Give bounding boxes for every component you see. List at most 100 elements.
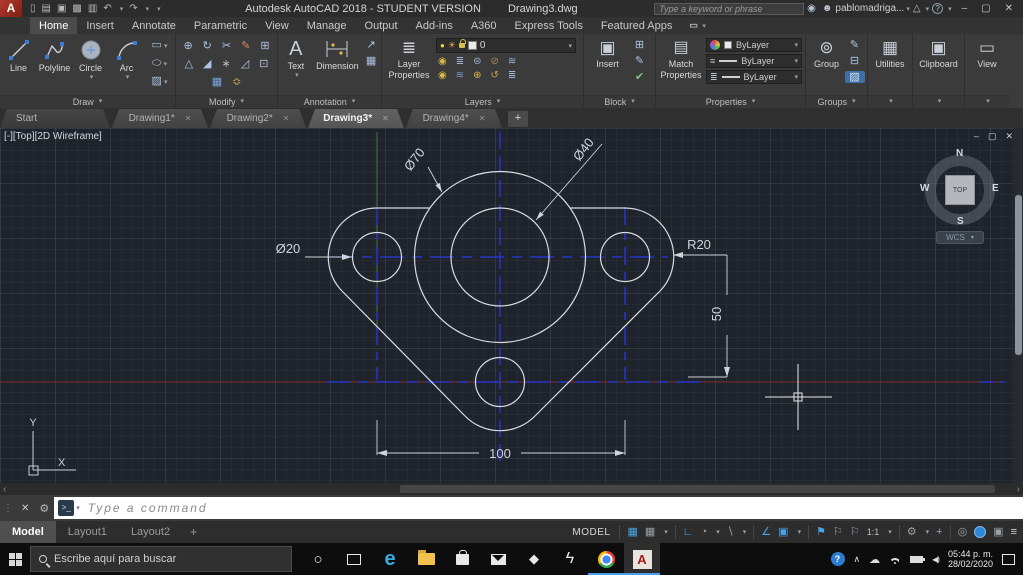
ortho-toggle-icon[interactable]: ∟ bbox=[683, 525, 694, 539]
command-close-icon[interactable]: ✕ bbox=[16, 503, 34, 514]
annotation-visibility-icon[interactable]: ⚑ bbox=[816, 525, 826, 539]
open-file-icon[interactable]: ▤ bbox=[42, 3, 51, 14]
a360-caret-icon[interactable]: ▾ bbox=[926, 5, 930, 13]
hidden-icons-chevron[interactable]: ∧ bbox=[854, 554, 861, 565]
save-as-icon[interactable]: ▩ bbox=[72, 3, 81, 14]
minimize-button[interactable]: – bbox=[962, 3, 968, 14]
group-edit-icon[interactable]: ⊟ bbox=[845, 55, 865, 67]
user-caret-icon[interactable]: ▾ bbox=[906, 5, 910, 13]
graphics-performance-icon[interactable] bbox=[974, 526, 987, 538]
object-color-dropdown[interactable]: ByLayer ▾ bbox=[706, 38, 802, 52]
panel-label-modify[interactable]: Modify ▾ bbox=[176, 95, 277, 108]
workspace-caret-icon[interactable]: ▾ bbox=[926, 528, 930, 536]
file-tab-drawing1[interactable]: Drawing1* ✕ bbox=[112, 109, 208, 128]
help-icon[interactable]: ? bbox=[932, 3, 944, 14]
viewcube-west[interactable]: W bbox=[920, 183, 929, 194]
command-input-field[interactable]: >_ ▾ bbox=[54, 497, 1023, 519]
rectangle-tool-icon[interactable]: ▭ ▾ bbox=[145, 39, 175, 53]
new-layout-button[interactable]: + bbox=[182, 525, 205, 539]
trim-tool-icon[interactable]: ✂ bbox=[222, 40, 231, 52]
tab-close-icon[interactable]: ✕ bbox=[283, 114, 290, 123]
panel-label-properties[interactable]: Properties ▾ bbox=[656, 95, 805, 108]
layout2-tab[interactable]: Layout2 bbox=[119, 521, 182, 543]
clipboard-button[interactable]: ▣ Clipboard bbox=[914, 34, 964, 69]
rotate-tool-icon[interactable]: ↻ bbox=[203, 40, 212, 52]
command-input[interactable] bbox=[79, 501, 1023, 515]
scroll-right-icon[interactable]: › bbox=[1014, 484, 1023, 495]
vertical-scrollbar[interactable] bbox=[1014, 128, 1023, 483]
grid-toggle-icon[interactable]: ▦ bbox=[627, 525, 637, 539]
status-menu-icon[interactable]: ≡ bbox=[1011, 525, 1017, 539]
autocad-taskbar-button[interactable]: A bbox=[624, 543, 660, 575]
tab-home[interactable]: Home bbox=[30, 17, 78, 34]
array-tool-icon[interactable]: ▦ bbox=[212, 76, 222, 88]
hatch-tool-icon[interactable]: ▨ ▾ bbox=[145, 75, 175, 89]
layer-tool-icon[interactable]: ⊘ bbox=[491, 57, 499, 67]
linetype-dropdown[interactable]: ≣ ByLayer ▾ bbox=[706, 70, 802, 84]
block-attributes-icon[interactable]: ✔ bbox=[628, 71, 652, 83]
horizontal-scrollbar-thumb[interactable] bbox=[400, 485, 995, 493]
tab-close-icon[interactable]: ✕ bbox=[382, 114, 389, 123]
tab-express-tools[interactable]: Express Tools bbox=[506, 17, 592, 34]
new-file-icon[interactable]: ▯ bbox=[30, 3, 36, 14]
scale-caret-icon[interactable]: ▾ bbox=[888, 528, 892, 536]
offset-tool-icon[interactable]: ≎ bbox=[232, 76, 241, 88]
cortana-button[interactable]: ○ bbox=[300, 543, 336, 575]
layer-tool-icon[interactable]: ⊕ bbox=[473, 71, 481, 81]
layer-tool-icon[interactable]: ◉ bbox=[438, 71, 447, 81]
snap-caret-icon[interactable]: ▾ bbox=[664, 528, 668, 536]
copy-tool-icon[interactable]: ⊞ bbox=[260, 40, 269, 52]
command-wrench-icon[interactable]: ⚙ bbox=[34, 502, 54, 515]
save-icon[interactable]: ▣ bbox=[57, 3, 66, 14]
screenshot-app-button[interactable]: ϟ bbox=[552, 543, 588, 575]
arc-button[interactable]: Arc ▾ bbox=[109, 34, 145, 81]
tab-output[interactable]: Output bbox=[356, 17, 407, 34]
object-snap-icon[interactable]: ▣ bbox=[778, 525, 788, 539]
close-button[interactable]: ✕ bbox=[1005, 3, 1013, 14]
ungroup-icon[interactable]: ✎ bbox=[845, 39, 865, 51]
circle-button[interactable]: Circle ▾ bbox=[73, 34, 109, 81]
dimensions[interactable]: Ø70 Ø40 Ø20 R20 50 100 bbox=[276, 135, 730, 461]
layer-tool-icon[interactable]: ⊜ bbox=[473, 57, 481, 67]
print-icon[interactable]: ▥ bbox=[88, 3, 97, 14]
mail-button[interactable] bbox=[480, 543, 516, 575]
text-button[interactable]: A Text ▾ bbox=[278, 34, 314, 79]
panel-label-clipboard[interactable]: ▾ bbox=[913, 95, 964, 108]
new-drawing-tab-button[interactable]: + bbox=[508, 111, 528, 127]
viewcube[interactable]: N W E S TOP WCS ▾ bbox=[920, 148, 999, 246]
line-button[interactable]: Line bbox=[1, 34, 37, 73]
layer-tool-icon[interactable]: ≣ bbox=[456, 57, 464, 67]
ribbon-display-toggle-icon[interactable]: ▭ ▾ bbox=[689, 18, 706, 34]
model-tab[interactable]: Model bbox=[0, 521, 56, 543]
tab-parametric[interactable]: Parametric bbox=[185, 17, 256, 34]
layer-tool-icon[interactable]: ≣ bbox=[508, 71, 516, 81]
tab-addins[interactable]: Add-ins bbox=[407, 17, 462, 34]
polar-caret-icon[interactable]: ▾ bbox=[716, 528, 720, 536]
viewcube-north[interactable]: N bbox=[956, 148, 963, 159]
panel-label-layers[interactable]: Layers ▾ bbox=[382, 95, 583, 108]
isolate-objects-icon[interactable]: ◎ bbox=[958, 525, 968, 539]
help-search-input[interactable] bbox=[654, 2, 805, 15]
layer-tool-icon[interactable]: ◉ bbox=[438, 57, 447, 67]
command-prompt-icon[interactable]: >_ bbox=[58, 500, 75, 516]
group-selection-toggle-icon[interactable]: ▨ bbox=[844, 71, 865, 83]
redo-icon[interactable]: ↷ bbox=[129, 3, 137, 14]
onedrive-cloud-icon[interactable]: ☁ bbox=[869, 553, 880, 566]
user-avatar-icon[interactable]: ☻ bbox=[822, 3, 833, 14]
taskbar-search[interactable] bbox=[30, 546, 292, 572]
customization-plus-icon[interactable]: + bbox=[936, 525, 942, 539]
layer-tool-icon[interactable]: ≋ bbox=[456, 71, 464, 81]
signed-in-user[interactable]: pablomadriga... bbox=[835, 3, 904, 14]
panel-label-annotation[interactable]: Annotation ▾ bbox=[278, 95, 381, 108]
insert-button[interactable]: ▣ Insert bbox=[588, 34, 628, 69]
create-block-icon[interactable]: ⊞ bbox=[628, 39, 652, 51]
explode-tool-icon[interactable]: ∗ bbox=[222, 58, 231, 70]
chrome-button[interactable] bbox=[588, 543, 624, 575]
edge-button[interactable]: e bbox=[372, 543, 408, 575]
qat-customize-caret-icon[interactable]: ▾ bbox=[157, 5, 161, 13]
dimension-button[interactable]: Dimension bbox=[314, 34, 362, 71]
autocad-app-icon[interactable]: A bbox=[0, 0, 22, 17]
group-button[interactable]: ⊚ Group bbox=[809, 34, 845, 69]
model-space-canvas[interactable]: [-][Top][2D Wireframe] – ▢ ✕ Ø70 Ø40 Ø20… bbox=[0, 128, 1023, 483]
tab-annotate[interactable]: Annotate bbox=[123, 17, 185, 34]
